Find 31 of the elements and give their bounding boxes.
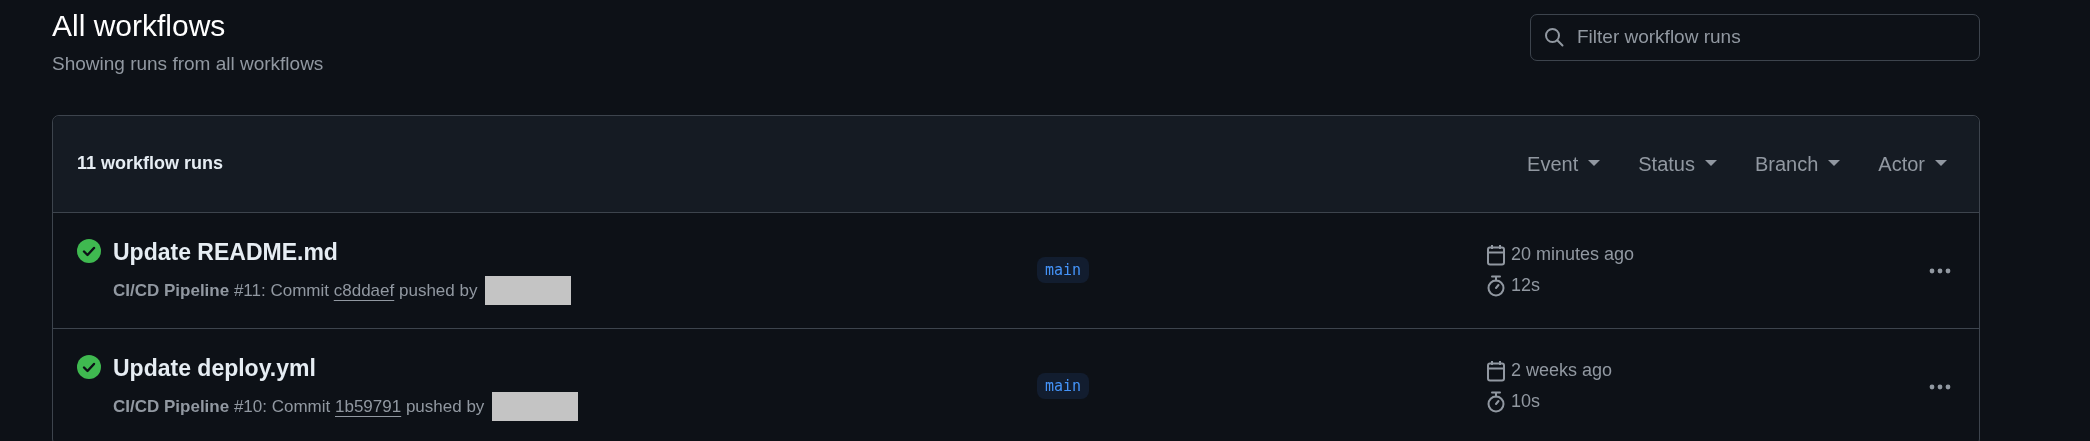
run-time: 2 weeks ago bbox=[1511, 359, 1613, 382]
caret-icon bbox=[1704, 160, 1717, 167]
stopwatch-icon bbox=[1487, 274, 1505, 297]
caret-icon bbox=[1588, 160, 1601, 167]
caret-icon bbox=[1828, 160, 1841, 167]
run-description: CI/CD Pipeline #10: Commit 1b59791 pushed by bbox=[113, 395, 485, 418]
run-count: 11 workflow runs bbox=[77, 152, 224, 175]
run-description: CI/CD Pipeline #11: Commit c8ddaef pushed by bbox=[113, 279, 478, 302]
more-icon bbox=[1929, 383, 1951, 390]
run-title[interactable]: Update deploy.yml bbox=[113, 351, 579, 386]
more-icon bbox=[1929, 267, 1951, 274]
filter-dropdown[interactable]: Actor bbox=[1878, 148, 1947, 179]
stopwatch-icon bbox=[1487, 390, 1505, 413]
run-time: 20 minutes ago bbox=[1511, 243, 1635, 266]
search-field[interactable]: Filter workflow runs bbox=[1530, 14, 1980, 61]
run-title[interactable]: Update README.md bbox=[113, 235, 572, 270]
run-duration: 12s bbox=[1511, 274, 1541, 297]
filter-dropdown[interactable]: Status bbox=[1638, 148, 1717, 179]
filter-dropdown[interactable]: Event bbox=[1527, 148, 1601, 179]
run-duration: 10s bbox=[1511, 390, 1541, 413]
branch-tag[interactable]: main bbox=[1037, 257, 1090, 283]
commit-link[interactable]: 1b59791 bbox=[335, 396, 402, 416]
calendar-icon bbox=[1487, 243, 1505, 266]
page-title: All workflows bbox=[52, 8, 227, 44]
calendar-icon bbox=[1487, 359, 1505, 382]
filter-dropdown[interactable]: Branch bbox=[1754, 148, 1841, 179]
caret-icon bbox=[1935, 160, 1947, 167]
search-icon bbox=[1544, 27, 1564, 47]
commit-link[interactable]: c8ddaef bbox=[333, 280, 395, 300]
page-subtitle: Showing runs from all workflows bbox=[52, 52, 324, 76]
branch-tag[interactable]: main bbox=[1037, 373, 1090, 399]
